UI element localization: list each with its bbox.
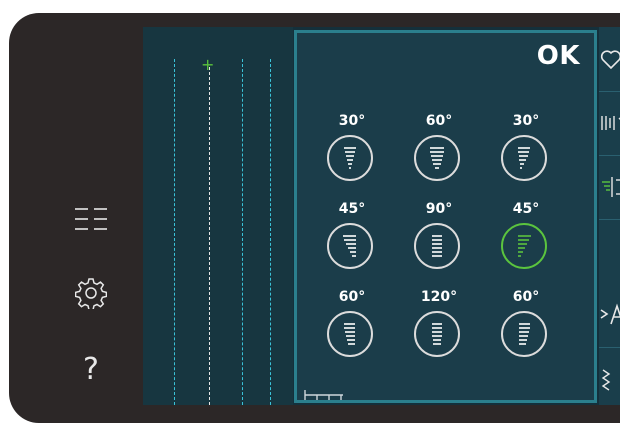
sewing-screen: + OK 30° 60° 30° 45° 90° 45° 60° 120° 60… [143,27,620,405]
angle-label: 45° [512,201,540,217]
angle-tile-3[interactable]: 30° [495,113,557,209]
stitch-direction-icon [327,223,373,269]
ok-button[interactable]: OK [537,41,580,71]
stitch-direction-icon [414,135,460,181]
right-side-panel [599,27,620,405]
stitch-direction-icon [414,311,460,357]
angle-label: 30° [338,113,366,129]
angle-tile-4[interactable]: 45° [321,201,383,297]
angle-label: 60° [338,289,366,305]
settings-gear-icon[interactable] [69,273,113,313]
text-lettering-icon[interactable] [599,283,620,348]
left-toolbar: ? [9,13,143,423]
help-glyph: ? [83,351,99,387]
favorite-heart-icon[interactable] [599,27,620,92]
angle-label: 60° [425,113,453,129]
stitch-preview-area[interactable]: + [143,27,293,405]
stitch-direction-icon [501,135,547,181]
stitch-direction-icon [501,311,547,357]
angle-label: 60° [512,289,540,305]
guide-line-right [270,59,271,405]
needle-position-plus-icon: + [201,55,215,74]
guide-line-mid [242,59,243,405]
stitch-direction-icon [327,135,373,181]
bottom-ruler-fragment [303,387,363,404]
angle-tile-9[interactable]: 60° [495,289,557,385]
menu-list-icon[interactable] [69,199,113,239]
angle-tile-1[interactable]: 30° [321,113,383,209]
angle-label: 120° [420,289,458,305]
guide-line-left [174,59,175,405]
zigzag-stitch-icon[interactable] [599,347,620,405]
angle-tile-8[interactable]: 120° [408,289,470,385]
stitch-direction-icon [414,223,460,269]
stitch-angle-dialog: OK 30° 60° 30° 45° 90° 45° 60° 120° 60° [294,30,597,403]
mirror-stitch-icon[interactable] [599,155,620,220]
angle-label: 30° [512,113,540,129]
angle-tile-2[interactable]: 60° [408,113,470,209]
angle-tile-6-selected[interactable]: 45° [495,201,557,297]
stitch-direction-icon [327,311,373,357]
center-stitch-line [209,67,210,405]
angle-label: 45° [338,201,366,217]
angle-tile-5[interactable]: 90° [408,201,470,297]
angle-label: 90° [425,201,453,217]
help-question-icon[interactable]: ? [69,349,113,389]
stitch-direction-icon [501,223,547,269]
angle-tile-7[interactable]: 60° [321,289,383,385]
device-frame: ? + OK 30° 60° 30° 45° 90° 45° 60° 120° … [9,13,620,423]
stitch-program-icon[interactable] [599,91,620,156]
